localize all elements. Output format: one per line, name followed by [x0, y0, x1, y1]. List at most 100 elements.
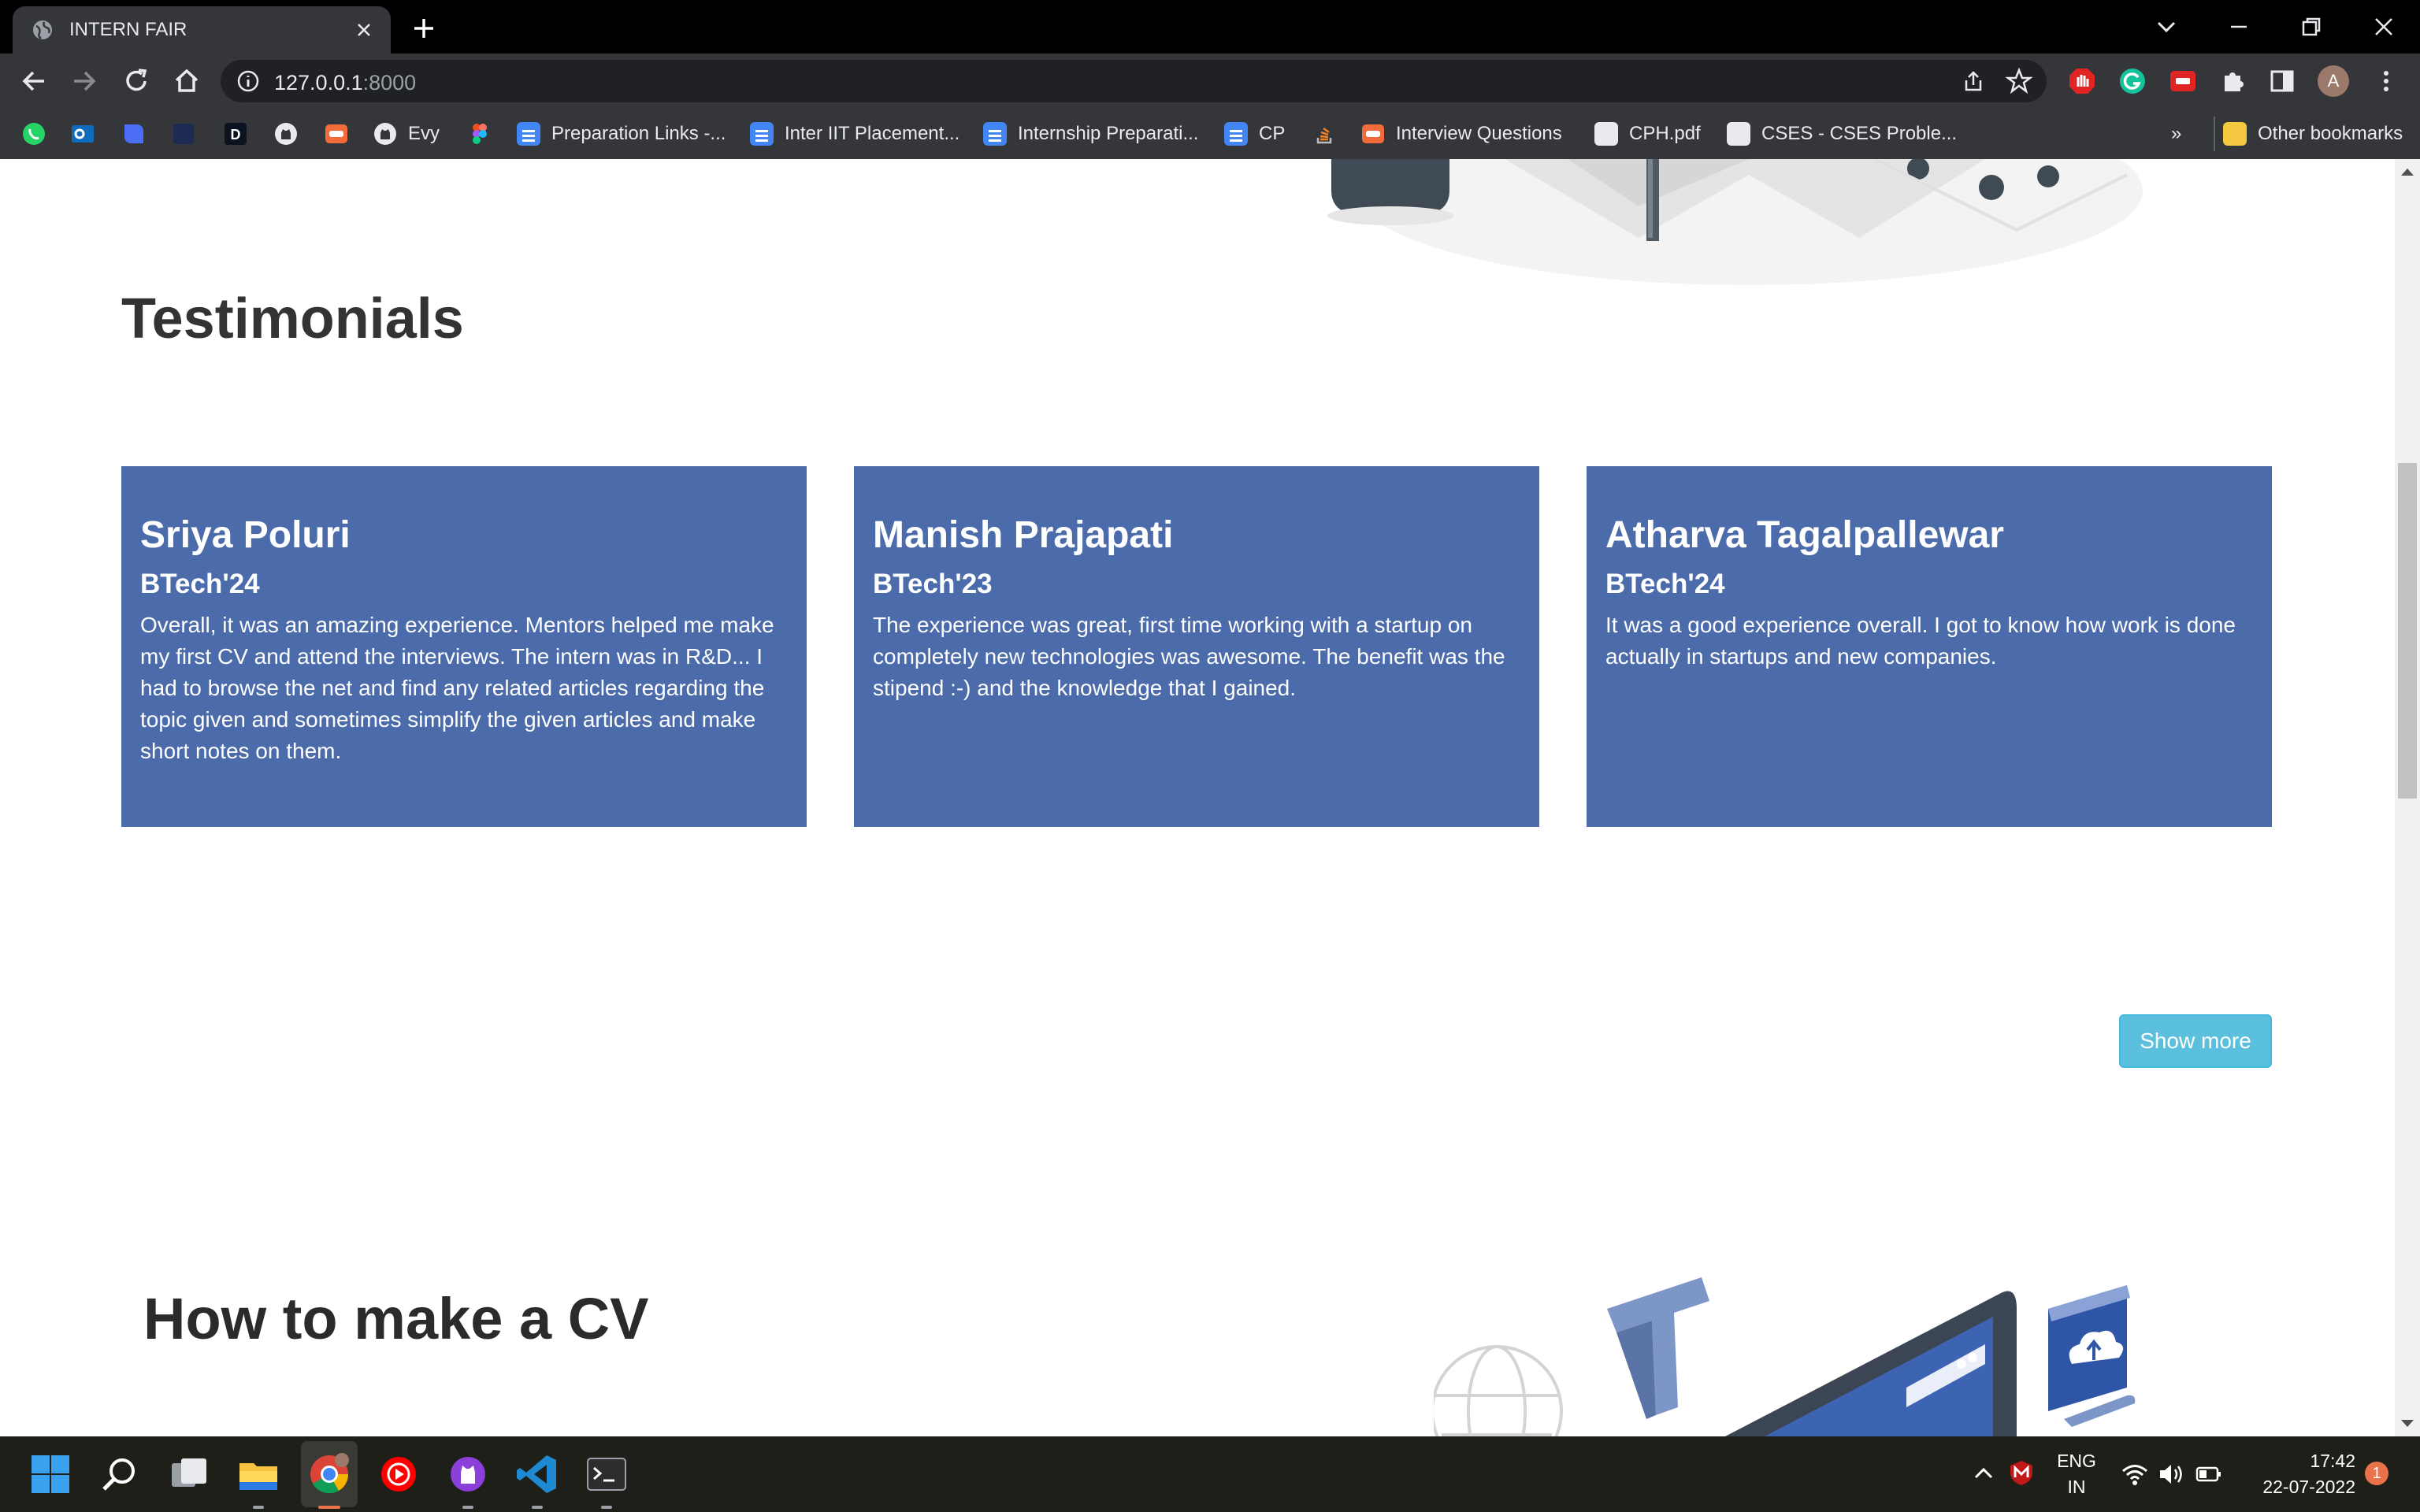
- bookmark-outlook[interactable]: [71, 120, 95, 148]
- extensions-puzzle-icon[interactable]: [2220, 68, 2247, 94]
- wifi-icon[interactable]: [2121, 1460, 2149, 1488]
- youtube-music-icon[interactable]: [377, 1452, 421, 1496]
- vscode-icon[interactable]: [515, 1452, 559, 1496]
- bookmark-cses[interactable]: CSES - CSES Proble...: [1727, 120, 1957, 148]
- bookmark-whatsapp[interactable]: [22, 120, 46, 148]
- testimonial-batch: BTech'24: [1605, 569, 1725, 599]
- stackoverflow-icon: [1316, 127, 1332, 144]
- new-tab-icon[interactable]: [408, 13, 440, 44]
- bookmark-app-icon: [124, 124, 143, 143]
- folder-icon: [2223, 122, 2247, 146]
- bookmark-cp[interactable]: CP: [1224, 120, 1285, 148]
- testimonial-name: Atharva Tagalpallewar: [1605, 514, 2004, 556]
- outlook-icon: [72, 125, 94, 143]
- close-tab-icon[interactable]: [353, 19, 375, 41]
- bookmark-interview-questions[interactable]: Interview Questions: [1361, 120, 1562, 148]
- github-desktop-icon[interactable]: [446, 1452, 490, 1496]
- testimonial-batch: BTech'23: [873, 569, 993, 599]
- url-text: 127.0.0.1:8000: [274, 71, 416, 95]
- bookmark-internship-prep[interactable]: Internship Preparati...: [983, 120, 1198, 148]
- close-window-icon[interactable]: [2368, 11, 2400, 43]
- volume-icon[interactable]: [2157, 1460, 2185, 1488]
- menu-kebab-icon[interactable]: [2373, 68, 2400, 94]
- clock-time: 17:42: [2310, 1451, 2355, 1471]
- bookmark-stackoverflow[interactable]: [1312, 120, 1336, 148]
- bookmark-cph-pdf[interactable]: CPH.pdf: [1594, 120, 1701, 148]
- hero-illustration: [1327, 159, 2143, 285]
- bookmark-label: CP: [1259, 123, 1286, 144]
- testimonial-name: Manish Prajapati: [873, 514, 1174, 556]
- testimonial-card: Atharva Tagalpallewar BTech'24 It was a …: [1587, 466, 2272, 827]
- bookmark-label: CSES - CSES Proble...: [1761, 123, 1958, 144]
- tab-search-chevron-icon[interactable]: [2151, 11, 2182, 43]
- testimonial-text: It was a good experience overall. I got …: [1605, 613, 2236, 669]
- task-view-icon[interactable]: [167, 1452, 211, 1496]
- bookmark-codechef[interactable]: [325, 120, 348, 148]
- running-indicator: [601, 1506, 612, 1509]
- bookmark-app-1[interactable]: [121, 120, 145, 148]
- tray-overflow-chevron-icon[interactable]: [1969, 1460, 1998, 1488]
- forward-icon[interactable]: [68, 65, 101, 98]
- language-code: ENG: [2057, 1451, 2096, 1471]
- address-bar[interactable]: 127.0.0.1:8000: [221, 60, 2047, 102]
- page-viewport: Testimonials Sriya Poluri BTech'24 Overa…: [0, 159, 2395, 1436]
- chrome-icon[interactable]: [307, 1452, 351, 1496]
- bookmarks-overflow-button[interactable]: »: [2171, 120, 2181, 148]
- page-scrollbar[interactable]: [2395, 159, 2420, 1436]
- bookmark-inter-iit[interactable]: Inter IIT Placement...: [750, 120, 959, 148]
- battery-icon[interactable]: [2195, 1460, 2223, 1488]
- testimonial-batch: BTech'24: [140, 569, 260, 599]
- bookmark-preparation-links[interactable]: Preparation Links -...: [517, 120, 726, 148]
- mcafee-icon[interactable]: [2007, 1458, 2036, 1487]
- windows-start-icon[interactable]: [28, 1452, 72, 1496]
- url-port: :8000: [362, 71, 417, 94]
- google-docs-icon: [1224, 122, 1248, 146]
- other-bookmarks-label: Other bookmarks: [2258, 123, 2403, 144]
- testimonials-title: Testimonials: [121, 287, 464, 350]
- bookmark-label: Evy: [408, 123, 440, 144]
- file-explorer-icon[interactable]: [236, 1452, 280, 1496]
- scroll-down-arrow-icon[interactable]: [2401, 1420, 2414, 1427]
- site-info-icon[interactable]: [236, 69, 260, 93]
- codechef-icon: [1362, 124, 1384, 143]
- bookmark-evy[interactable]: Evy: [373, 120, 440, 148]
- home-icon[interactable]: [170, 65, 203, 98]
- share-icon[interactable]: [1962, 69, 1985, 93]
- testimonial-card: Sriya Poluri BTech'24 Overall, it was an…: [121, 466, 807, 827]
- running-indicator: [462, 1506, 473, 1509]
- bookmark-github[interactable]: [274, 120, 298, 148]
- reload-icon[interactable]: [120, 65, 153, 98]
- adblock-extension-icon[interactable]: [2069, 68, 2095, 94]
- bookmark-figma[interactable]: [468, 120, 492, 148]
- testimonial-name: Sriya Poluri: [140, 514, 351, 556]
- globe-icon: [1727, 122, 1750, 146]
- browser-toolbar: 127.0.0.1:8000 A: [0, 54, 2420, 109]
- side-panel-icon[interactable]: [2269, 68, 2296, 94]
- show-more-button[interactable]: Show more: [2119, 1014, 2272, 1068]
- running-indicator: [532, 1506, 543, 1509]
- scrollbar-thumb[interactable]: [2398, 463, 2417, 799]
- cv-illustration: [1434, 1277, 2136, 1436]
- red-extension-icon[interactable]: [2169, 68, 2196, 94]
- running-indicator: [253, 1506, 264, 1509]
- terminal-icon[interactable]: [585, 1452, 629, 1496]
- grammarly-extension-icon[interactable]: [2119, 68, 2146, 94]
- restore-icon[interactable]: [2296, 11, 2327, 43]
- bookmark-star-icon[interactable]: [2006, 68, 2032, 94]
- testimonial-text: Overall, it was an amazing experience. M…: [140, 613, 774, 763]
- browser-tab[interactable]: INTERN FAIR: [13, 6, 391, 54]
- d-icon: D: [225, 123, 247, 145]
- clock[interactable]: 17:42 22-07-2022: [2242, 1451, 2355, 1498]
- bookmark-label: Interview Questions: [1396, 123, 1562, 144]
- github-icon: [374, 123, 396, 145]
- other-bookmarks-folder[interactable]: Other bookmarks: [2223, 120, 2403, 148]
- scroll-up-arrow-icon[interactable]: [2401, 169, 2414, 176]
- back-icon[interactable]: [17, 65, 50, 98]
- bookmark-d[interactable]: D: [224, 120, 247, 148]
- notification-badge[interactable]: 1: [2365, 1462, 2388, 1485]
- minimize-icon[interactable]: [2223, 11, 2255, 43]
- profile-avatar[interactable]: A: [2318, 65, 2349, 97]
- language-indicator[interactable]: ENG IN: [2047, 1451, 2106, 1498]
- bookmark-app-2[interactable]: [172, 120, 195, 148]
- search-icon[interactable]: [98, 1452, 142, 1496]
